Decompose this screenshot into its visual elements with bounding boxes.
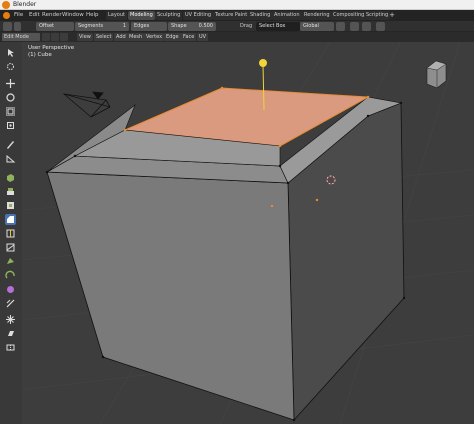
tab-texture-paint[interactable]: Texture Paint — [213, 11, 250, 20]
affect-edges-dropdown[interactable]: Edges — [131, 22, 167, 31]
smooth-tool-icon[interactable] — [5, 284, 16, 295]
title-bar: Blender — [0, 0, 474, 10]
add-workspace-icon[interactable]: + — [388, 11, 396, 20]
viewport-header: Edit Mode View Select Add Mesh Vertex Ed… — [0, 32, 474, 42]
pivot-point-icon[interactable] — [336, 22, 345, 31]
menu-file[interactable]: File — [14, 10, 23, 21]
tab-shading[interactable]: Shading — [248, 11, 273, 20]
tab-animation[interactable]: Animation — [272, 11, 302, 20]
menu-add[interactable]: Add — [114, 33, 128, 41]
shrink-fatten-tool-icon[interactable] — [5, 314, 16, 325]
tool-shelf — [0, 42, 22, 424]
knife-tool-icon[interactable] — [5, 242, 16, 253]
offset-type-dropdown[interactable]: Offset — [36, 22, 74, 31]
menu-help[interactable]: Help — [86, 10, 99, 21]
extrude-tool-icon[interactable] — [5, 186, 16, 197]
proportional-edit-icon[interactable] — [376, 22, 385, 31]
tab-compositing[interactable]: Compositing — [331, 11, 367, 20]
segments-field[interactable]: Segments 1 — [75, 22, 129, 31]
add-cube-tool-icon[interactable] — [5, 172, 16, 183]
bevel-tool-icon[interactable] — [5, 214, 16, 225]
light-icon[interactable] — [426, 60, 447, 89]
rip-region-tool-icon[interactable] — [5, 342, 16, 353]
inset-tool-icon[interactable] — [5, 200, 16, 211]
transform-orientation-dropdown[interactable]: Global — [300, 22, 334, 31]
tool-settings-bar: Offset Segments 1 Edges Shape 0.500 Drag… — [0, 21, 474, 32]
select-box-dropdown[interactable]: Select Box — [256, 22, 300, 31]
shear-tool-icon[interactable] — [5, 328, 16, 339]
menu-view[interactable]: View — [77, 33, 93, 41]
transform-tool-icon[interactable] — [5, 120, 16, 131]
scene-canvas[interactable] — [22, 42, 474, 424]
tab-scripting[interactable]: Scripting — [364, 11, 391, 20]
object-label: (1) Cube — [28, 52, 52, 58]
menu-face[interactable]: Face — [181, 33, 197, 41]
tab-sculpting[interactable]: Sculpting — [155, 11, 183, 20]
snap-settings-icon[interactable] — [362, 22, 371, 31]
menu-uv[interactable]: UV — [197, 33, 209, 41]
blender-window: Blender File Edit Render Window Help Lay… — [0, 0, 474, 424]
blender-menu-icon[interactable] — [3, 12, 10, 19]
tool-bevel-icon[interactable] — [3, 22, 12, 31]
annotate-tool-icon[interactable] — [5, 139, 16, 150]
bevel-gizmo-handle[interactable] — [259, 59, 267, 67]
spin-tool-icon[interactable] — [5, 270, 16, 281]
loop-cut-tool-icon[interactable] — [5, 228, 16, 239]
tab-rendering[interactable]: Rendering — [302, 11, 332, 20]
menu-edge[interactable]: Edge — [164, 33, 181, 41]
menu-window[interactable]: Window — [62, 10, 84, 21]
window-title: Blender — [13, 1, 37, 8]
3d-viewport[interactable]: User Perspective (1) Cube — [22, 42, 474, 424]
menu-select[interactable]: Select — [94, 33, 114, 41]
camera-icon[interactable] — [62, 91, 111, 118]
poly-build-tool-icon[interactable] — [5, 256, 16, 267]
shape-field[interactable]: Shape 0.500 — [168, 22, 216, 31]
tab-modeling[interactable]: Modeling — [128, 11, 155, 20]
menu-mesh[interactable]: Mesh — [127, 33, 145, 41]
blender-logo-icon — [2, 1, 10, 9]
snap-icon[interactable] — [350, 22, 359, 31]
measure-tool-icon[interactable] — [5, 153, 16, 164]
mode-dropdown[interactable]: Edit Mode — [2, 33, 40, 41]
move-tool-icon[interactable] — [5, 78, 16, 89]
menu-render[interactable]: Render — [42, 10, 62, 21]
select-vertex-icon[interactable] — [42, 33, 50, 41]
drag-label: Drag — [240, 23, 253, 29]
select-tool-icon[interactable] — [5, 47, 16, 58]
tab-uv-editing[interactable]: UV Editing — [183, 11, 214, 20]
cursor-tool-icon[interactable] — [5, 61, 16, 72]
menu-bar: File Edit Render Window Help Layout Mode… — [0, 10, 474, 21]
tab-layout[interactable]: Layout — [106, 11, 127, 20]
perspective-label: User Perspective — [28, 45, 75, 51]
menu-edit[interactable]: Edit — [29, 10, 40, 21]
edge-slide-tool-icon[interactable] — [5, 298, 16, 309]
select-edge-icon[interactable] — [51, 33, 59, 41]
cube-front-face — [46, 171, 295, 421]
rotate-tool-icon[interactable] — [5, 92, 16, 103]
scale-tool-icon[interactable] — [5, 106, 16, 117]
dropdown-icon[interactable] — [14, 22, 21, 31]
select-face-icon[interactable] — [60, 33, 68, 41]
menu-vertex[interactable]: Vertex — [144, 33, 165, 41]
